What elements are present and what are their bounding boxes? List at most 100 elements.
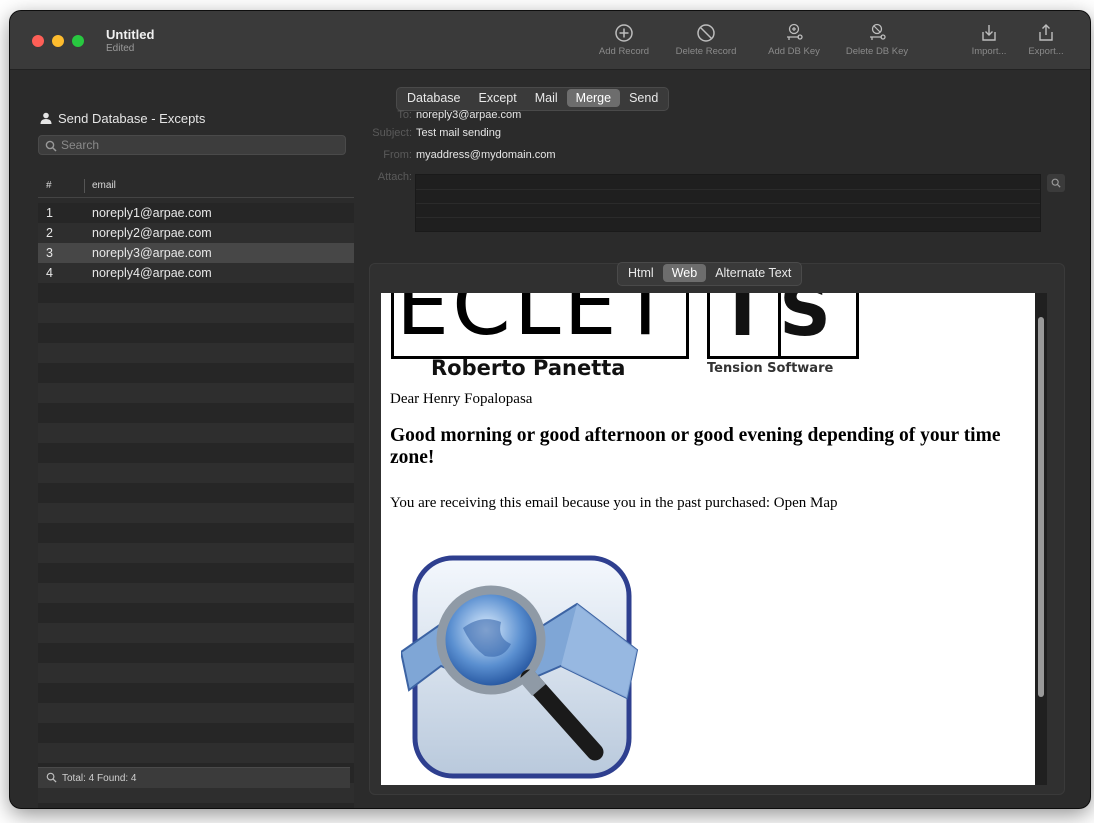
- column-header-email[interactable]: email: [92, 180, 116, 191]
- web-preview[interactable]: ECLETTI Roberto Panetta TS Tension Softw…: [381, 293, 1037, 785]
- search-icon: [46, 772, 57, 786]
- status-bar: Total: 4 Found: 4: [38, 767, 350, 788]
- delete-record-label: Delete Record: [675, 46, 737, 57]
- row-number: 3: [46, 246, 53, 260]
- empty-row: [38, 363, 354, 383]
- empty-row: [38, 543, 354, 563]
- sidebar-header: Send Database - Excepts: [40, 111, 205, 127]
- ecletti-logo: ECLETTI: [391, 293, 689, 359]
- import-icon: [982, 25, 996, 41]
- empty-row: [38, 743, 354, 763]
- row-number: 2: [46, 226, 53, 240]
- main-tabs: Database Except Mail Merge Send: [396, 87, 670, 111]
- tab-database[interactable]: Database: [398, 89, 470, 107]
- column-header-number[interactable]: #: [46, 180, 52, 191]
- title-bar: Untitled Edited Add Record Delete Record: [10, 11, 1090, 70]
- export-button[interactable]: Export...: [1007, 23, 1085, 67]
- email-body: You are receiving this email because you…: [390, 495, 838, 511]
- tab-html[interactable]: Html: [619, 264, 663, 282]
- row-email: noreply2@arpae.com: [92, 226, 212, 240]
- empty-row: [38, 603, 354, 623]
- add-key-icon: [787, 23, 803, 40]
- to-value[interactable]: noreply3@arpae.com: [416, 109, 521, 121]
- document-title: Untitled: [106, 27, 155, 42]
- ecletti-logo-text: ECLETTI: [396, 293, 686, 354]
- person-icon: [40, 112, 52, 127]
- open-map-app-icon: [401, 555, 639, 779]
- table-row[interactable]: 2 noreply2@arpae.com: [38, 223, 354, 243]
- empty-row: [38, 663, 354, 683]
- empty-row: [38, 403, 354, 423]
- database-sidebar: Send Database - Excepts Search # email 1…: [34, 95, 354, 808]
- list-divider: [416, 217, 1040, 218]
- tab-alternate-text[interactable]: Alternate Text: [706, 264, 800, 282]
- attach-label: Attach:: [377, 171, 412, 183]
- empty-row: [38, 583, 354, 603]
- app-window: Untitled Edited Add Record Delete Record: [10, 11, 1090, 808]
- search-icon: [1051, 178, 1061, 188]
- empty-row: [38, 483, 354, 503]
- search-placeholder: Search: [61, 138, 100, 152]
- logo-author-name: Roberto Panetta: [431, 356, 626, 380]
- empty-row: [38, 283, 354, 303]
- empty-row: [38, 343, 354, 363]
- add-record-button[interactable]: Add Record: [585, 23, 663, 67]
- row-number: 1: [46, 206, 53, 220]
- export-label: Export...: [1028, 46, 1064, 57]
- document-status: Edited: [106, 43, 135, 54]
- table-row-selected[interactable]: 3 noreply3@arpae.com: [38, 243, 354, 263]
- empty-row: [38, 563, 354, 583]
- export-icon: [1039, 24, 1053, 41]
- minimize-window-button[interactable]: [52, 35, 64, 47]
- empty-row: [38, 623, 354, 643]
- from-value[interactable]: myaddress@mydomain.com: [416, 149, 556, 161]
- logo-company-name: Tension Software: [707, 361, 834, 376]
- subject-value[interactable]: Test mail sending: [416, 127, 501, 139]
- empty-row: [38, 383, 354, 403]
- tab-web[interactable]: Web: [662, 264, 707, 282]
- web-preview-scrollbar[interactable]: [1035, 293, 1047, 785]
- empty-row: [38, 643, 354, 663]
- content-tabs: Html Web Alternate Text: [617, 262, 803, 286]
- table-row[interactable]: 4 noreply4@arpae.com: [38, 263, 354, 283]
- table-header: # email: [38, 175, 354, 198]
- record-count: Total: 4 Found: 4: [62, 773, 137, 784]
- scrollbar-thumb[interactable]: [1038, 317, 1044, 697]
- empty-row: [38, 423, 354, 443]
- list-divider: [416, 189, 1040, 190]
- to-label: To:: [397, 109, 412, 121]
- delete-db-key-button[interactable]: Delete DB Key: [838, 23, 916, 67]
- empty-row: [38, 503, 354, 523]
- empty-row: [38, 523, 354, 543]
- sidebar-title: Send Database - Excepts: [58, 111, 206, 126]
- delete-record-button[interactable]: Delete Record: [667, 23, 745, 67]
- row-email: noreply3@arpae.com: [92, 246, 212, 260]
- tab-merge[interactable]: Merge: [566, 89, 621, 107]
- table-row[interactable]: 1 noreply1@arpae.com: [38, 203, 354, 223]
- tab-except[interactable]: Except: [470, 89, 526, 107]
- add-db-key-button[interactable]: Add DB Key: [755, 23, 833, 67]
- delete-key-icon: [870, 23, 886, 40]
- column-divider: [84, 179, 85, 193]
- email-greeting: Dear Henry Fopalopasa: [390, 391, 533, 407]
- email-headline: Good morning or good afternoon or good e…: [390, 425, 1001, 468]
- tab-send[interactable]: Send: [620, 89, 667, 107]
- empty-row: [38, 803, 354, 808]
- delete-db-key-label: Delete DB Key: [845, 46, 909, 57]
- tension-software-logo: TS: [707, 293, 859, 359]
- record-list: 1 noreply1@arpae.com 2 noreply2@arpae.co…: [38, 203, 354, 808]
- attachment-list[interactable]: [415, 174, 1041, 232]
- close-window-button[interactable]: [32, 35, 44, 47]
- empty-row: [38, 443, 354, 463]
- attach-search-button[interactable]: [1047, 174, 1065, 192]
- row-email: noreply1@arpae.com: [92, 206, 212, 220]
- list-divider: [416, 203, 1040, 204]
- search-field[interactable]: Search: [38, 135, 346, 155]
- zoom-window-button[interactable]: [72, 35, 84, 47]
- empty-row: [38, 323, 354, 343]
- empty-row: [38, 703, 354, 723]
- subject-label: Subject:: [372, 127, 412, 139]
- tab-mail[interactable]: Mail: [526, 89, 567, 107]
- row-number: 4: [46, 266, 53, 280]
- empty-row: [38, 463, 354, 483]
